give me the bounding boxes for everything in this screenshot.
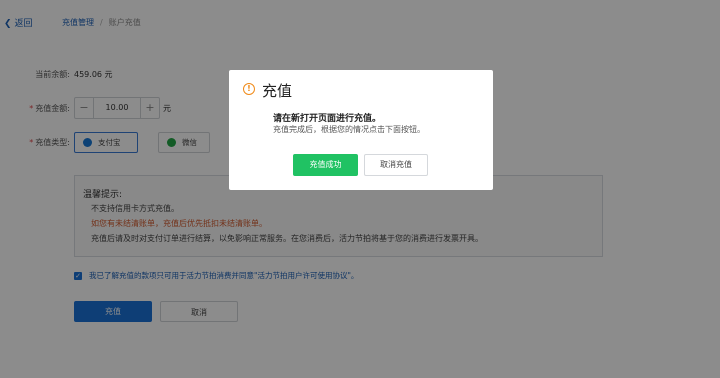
recharge-dialog: ! 充值 请在新打开页面进行充值。 充值完成后，根据您的情况点击下面按钮。 充值… (229, 70, 493, 190)
warning-icon: ! (243, 83, 255, 95)
recharge-success-button[interactable]: 充值成功 (293, 154, 358, 176)
cancel-recharge-button[interactable]: 取消充值 (364, 154, 428, 176)
dialog-message: 请在新打开页面进行充值。 (273, 114, 382, 124)
dialog-sub-message: 充值完成后，根据您的情况点击下面按钮。 (273, 125, 425, 134)
dialog-title: 充值 (262, 82, 293, 100)
